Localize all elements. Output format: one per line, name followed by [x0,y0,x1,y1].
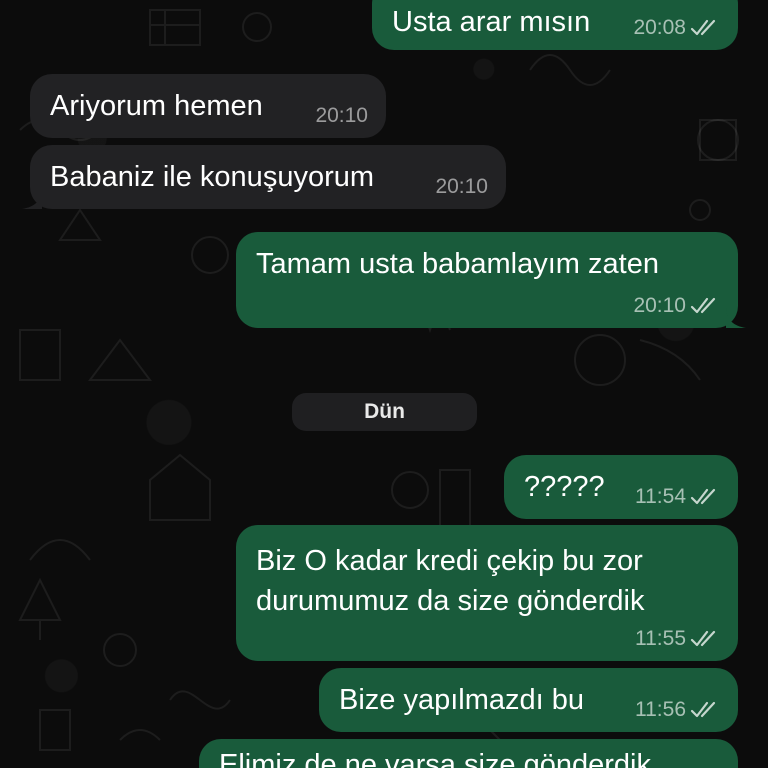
message-bubble-outgoing[interactable]: Bize yapılmazdı bu 11:56 [319,668,738,732]
message-meta: 20:10 [315,104,368,128]
message-time: 20:10 [435,175,488,198]
message-time: 20:10 [633,294,686,317]
message-meta: 11:56 [635,698,720,722]
message-bubble-outgoing[interactable]: ????? 11:54 [504,455,738,519]
message-time: 20:10 [315,104,368,127]
date-divider: Dün [292,393,477,431]
message-bubble-outgoing[interactable]: Elimiz de ne varsa size gönderdik [199,739,738,768]
message-meta: 20:08 [633,16,720,40]
message-time: 11:54 [635,485,686,508]
message-text: Tamam usta babamlayım zaten [256,248,659,280]
double-check-icon [690,19,716,36]
message-time: 11:55 [635,627,686,650]
bubble-tail [726,308,746,328]
message-bubble-outgoing[interactable]: Usta arar mısın 20:08 [372,0,738,50]
message-text: Babaniz ile konuşuyorum [50,161,375,193]
message-time: 11:56 [635,698,686,721]
bubble-tail [22,189,42,209]
message-bubble-incoming[interactable]: Babaniz ile konuşuyorum 20:10 [22,145,506,209]
double-check-icon [690,701,716,718]
message-meta: 20:10 [435,175,488,199]
message-text: Biz O kadar kredi çekip bu zor durumumuz… [256,545,645,617]
chat-view[interactable]: Usta arar mısın 20:08 Ariyorum hemen 20:… [0,0,768,768]
message-bubble-outgoing[interactable]: Biz O kadar kredi çekip bu zor durumumuz… [236,525,738,661]
message-text: Elimiz de ne varsa size gönderdik [219,749,651,768]
message-meta: 20:10 [633,294,720,318]
message-bubble-incoming[interactable]: Ariyorum hemen 20:10 [30,74,386,138]
message-bubble-outgoing[interactable]: Tamam usta babamlayım zaten 20:10 [236,232,746,328]
double-check-icon [690,297,716,314]
double-check-icon [690,488,716,505]
message-meta: 11:55 [635,627,720,651]
message-meta: 11:54 [635,485,720,509]
double-check-icon [690,630,716,647]
message-time: 20:08 [633,16,686,39]
